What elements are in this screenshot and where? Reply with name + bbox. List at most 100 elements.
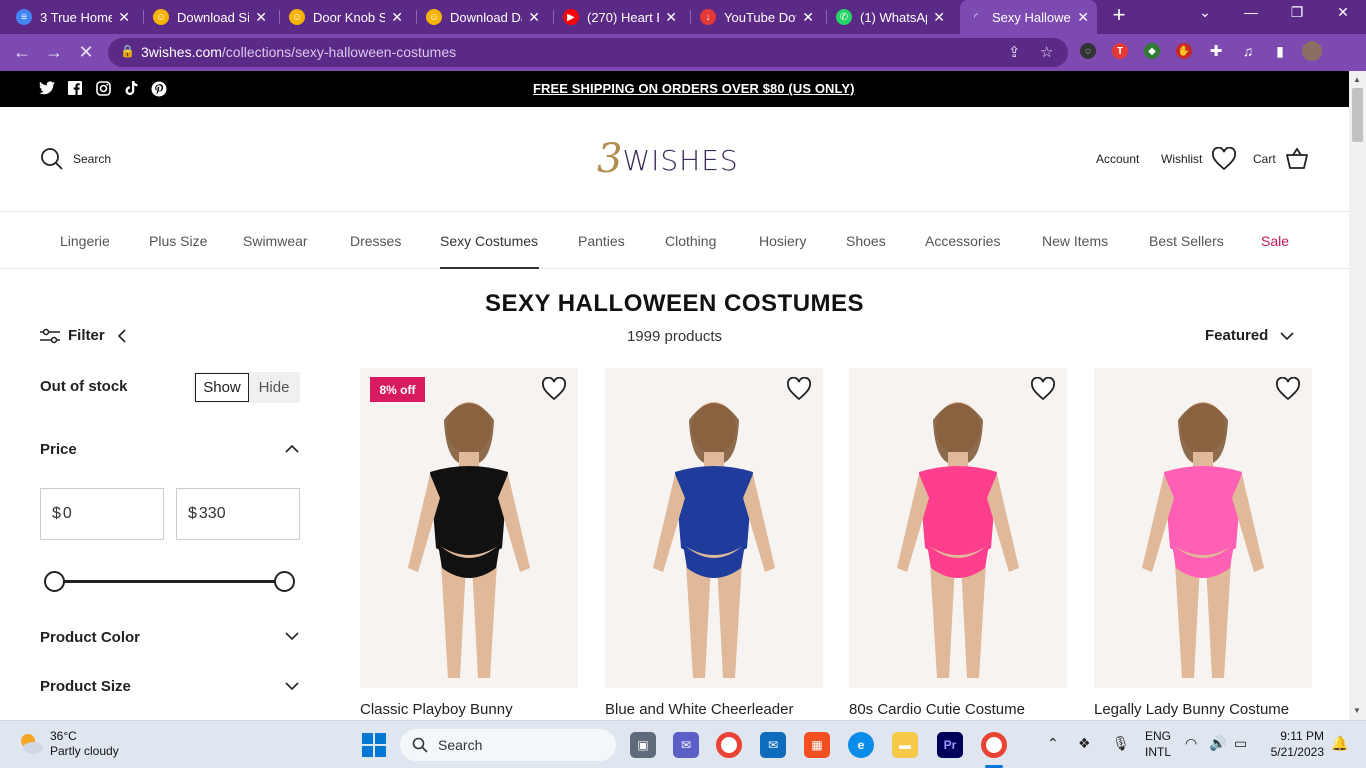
edge-icon[interactable]: e (848, 732, 874, 758)
battery-icon[interactable]: ▭ (1234, 735, 1247, 752)
nav-item-clothing[interactable]: Clothing (665, 233, 716, 249)
chrome-active-icon[interactable] (981, 732, 1007, 758)
account-link[interactable]: Account (1096, 152, 1139, 166)
nav-item-dresses[interactable]: Dresses (350, 233, 401, 249)
new-tab-button[interactable]: + (1108, 4, 1130, 27)
browser-tab[interactable]: ✆ (1) WhatsApp ✕ (828, 4, 953, 30)
close-tab-icon[interactable]: ✕ (933, 9, 945, 26)
forward-icon[interactable]: → (43, 42, 65, 63)
cart-basket-icon[interactable] (1285, 147, 1309, 169)
instagram-icon[interactable] (94, 81, 112, 99)
nav-item-lingerie[interactable]: Lingerie (60, 233, 110, 249)
show-hidden-icons-icon[interactable]: ⌃ (1047, 735, 1059, 752)
add-to-wishlist-heart-icon[interactable] (1275, 377, 1301, 401)
hide-out-of-stock-button[interactable]: Hide (251, 373, 297, 402)
close-tab-icon[interactable]: ✕ (802, 9, 814, 26)
scroll-up-arrow-icon[interactable]: ▲ (1353, 75, 1361, 84)
wifi-icon[interactable]: ◠ (1185, 735, 1197, 752)
stop-loading-icon[interactable]: ✕ (75, 42, 97, 63)
nav-item-sale[interactable]: Sale (1261, 233, 1289, 249)
close-tab-icon[interactable]: ✕ (255, 9, 267, 26)
announcement-link[interactable]: FREE SHIPPING ON ORDERS OVER $80 (US ONL… (533, 81, 855, 96)
nav-item-new-items[interactable]: New Items (1042, 233, 1108, 249)
nav-item-sexy-costumes[interactable]: Sexy Costumes (440, 233, 538, 249)
notification-icon[interactable]: 🔔 (1331, 735, 1348, 752)
product-card[interactable] (360, 368, 578, 688)
back-icon[interactable]: ← (11, 42, 33, 63)
file-explorer-icon[interactable]: ▬ (892, 732, 918, 758)
product-title[interactable]: Legally Lady Bunny Costume (1094, 701, 1289, 718)
mail-icon[interactable]: ✉ (760, 732, 786, 758)
product-image[interactable] (849, 368, 1067, 688)
nav-item-swimwear[interactable]: Swimwear (243, 233, 308, 249)
product-size-filter-heading[interactable]: Product Size (40, 678, 131, 695)
scroll-down-arrow-icon[interactable]: ▼ (1353, 706, 1361, 715)
scrollbar-thumb[interactable] (1352, 88, 1363, 142)
cart-link[interactable]: Cart (1253, 152, 1276, 166)
system-clock[interactable]: 9:11 PM 5/21/2023 (1262, 728, 1324, 760)
price-min-input[interactable]: $0 (40, 488, 164, 540)
bookmark-star-icon[interactable]: ☆ (1040, 43, 1053, 61)
product-title[interactable]: Blue and White Cheerleader (605, 701, 793, 718)
price-slider-max-handle[interactable] (274, 571, 295, 592)
price-slider-track[interactable] (54, 580, 285, 583)
chevron-down-icon[interactable] (285, 629, 299, 643)
maximize-button[interactable]: ❐ (1283, 4, 1311, 21)
browser-tab[interactable]: ◜ Sexy Hallowe ✕ (960, 0, 1097, 34)
product-color-filter-heading[interactable]: Product Color (40, 629, 140, 646)
nav-item-hosiery[interactable]: Hosiery (759, 233, 806, 249)
search-button[interactable]: Search (40, 147, 111, 171)
start-windows-icon[interactable] (361, 732, 387, 758)
browser-tab[interactable]: ▶ (270) Heart B ✕ (555, 4, 685, 30)
volume-icon[interactable]: 🔊 (1209, 735, 1226, 752)
add-to-wishlist-heart-icon[interactable] (1030, 377, 1056, 401)
add-to-wishlist-heart-icon[interactable] (786, 377, 812, 401)
wishlist-link[interactable]: Wishlist (1161, 152, 1202, 166)
filter-toggle-button[interactable]: Filter (40, 327, 127, 344)
close-tab-icon[interactable]: ✕ (391, 9, 403, 26)
pinterest-icon[interactable] (150, 81, 168, 100)
product-image[interactable] (1094, 368, 1312, 688)
microphone-icon[interactable]: 🎙 (1112, 735, 1130, 752)
product-card[interactable] (849, 368, 1067, 688)
show-out-of-stock-button[interactable]: Show (195, 373, 249, 402)
browser-tab[interactable]: ↓ YouTube Dow ✕ (692, 4, 822, 30)
twitter-icon[interactable] (38, 81, 56, 98)
nav-item-panties[interactable]: Panties (578, 233, 625, 249)
media-control-icon[interactable]: ♫ (1240, 43, 1256, 59)
close-tab-icon[interactable]: ✕ (1077, 9, 1089, 26)
weather-widget[interactable]: 36°C Partly cloudy (18, 729, 119, 759)
extension-icon-4[interactable]: ✋ (1176, 43, 1192, 59)
close-tab-icon[interactable]: ✕ (665, 9, 677, 26)
extensions-puzzle-icon[interactable]: ✚ (1208, 43, 1224, 60)
browser-tab[interactable]: ☺ Download Da ✕ (418, 4, 548, 30)
nav-item-accessories[interactable]: Accessories (925, 233, 1000, 249)
extension-icon-1[interactable]: ◌ (1080, 43, 1096, 59)
wishlist-heart-icon[interactable] (1211, 147, 1237, 171)
profile-avatar[interactable] (1302, 41, 1322, 61)
nav-item-plus-size[interactable]: Plus Size (149, 233, 207, 249)
product-title[interactable]: 80s Cardio Cutie Costume (849, 701, 1025, 718)
chrome-icon[interactable] (716, 732, 742, 758)
dropbox-icon[interactable]: ❖ (1078, 735, 1091, 752)
facebook-icon[interactable] (66, 81, 84, 98)
task-view-icon[interactable]: ▣ (630, 732, 656, 758)
product-card[interactable] (1094, 368, 1312, 688)
side-panel-icon[interactable]: ▮ (1272, 43, 1288, 59)
page-scrollbar[interactable]: ▲ ▼ (1349, 71, 1366, 720)
microsoft-store-icon[interactable]: ▦ (804, 732, 830, 758)
product-card[interactable] (605, 368, 823, 688)
language-indicator[interactable]: ENG INTL (1143, 728, 1173, 760)
address-bar[interactable]: 🔒 3wishes.com/collections/sexy-halloween… (108, 38, 1068, 67)
taskbar-search[interactable]: Search (400, 729, 616, 761)
teams-chat-icon[interactable]: ✉ (673, 732, 699, 758)
chevron-up-icon[interactable] (285, 442, 299, 456)
add-to-wishlist-heart-icon[interactable] (541, 377, 567, 401)
close-tab-icon[interactable]: ✕ (528, 9, 540, 26)
chevron-down-icon[interactable] (285, 679, 299, 693)
browser-tab[interactable]: ≡ 3 True Home ✕ (8, 4, 138, 30)
price-slider-min-handle[interactable] (44, 571, 65, 592)
extension-icon-2[interactable]: T (1112, 43, 1128, 59)
product-title[interactable]: Classic Playboy Bunny (360, 701, 513, 718)
close-tab-icon[interactable]: ✕ (118, 9, 130, 26)
